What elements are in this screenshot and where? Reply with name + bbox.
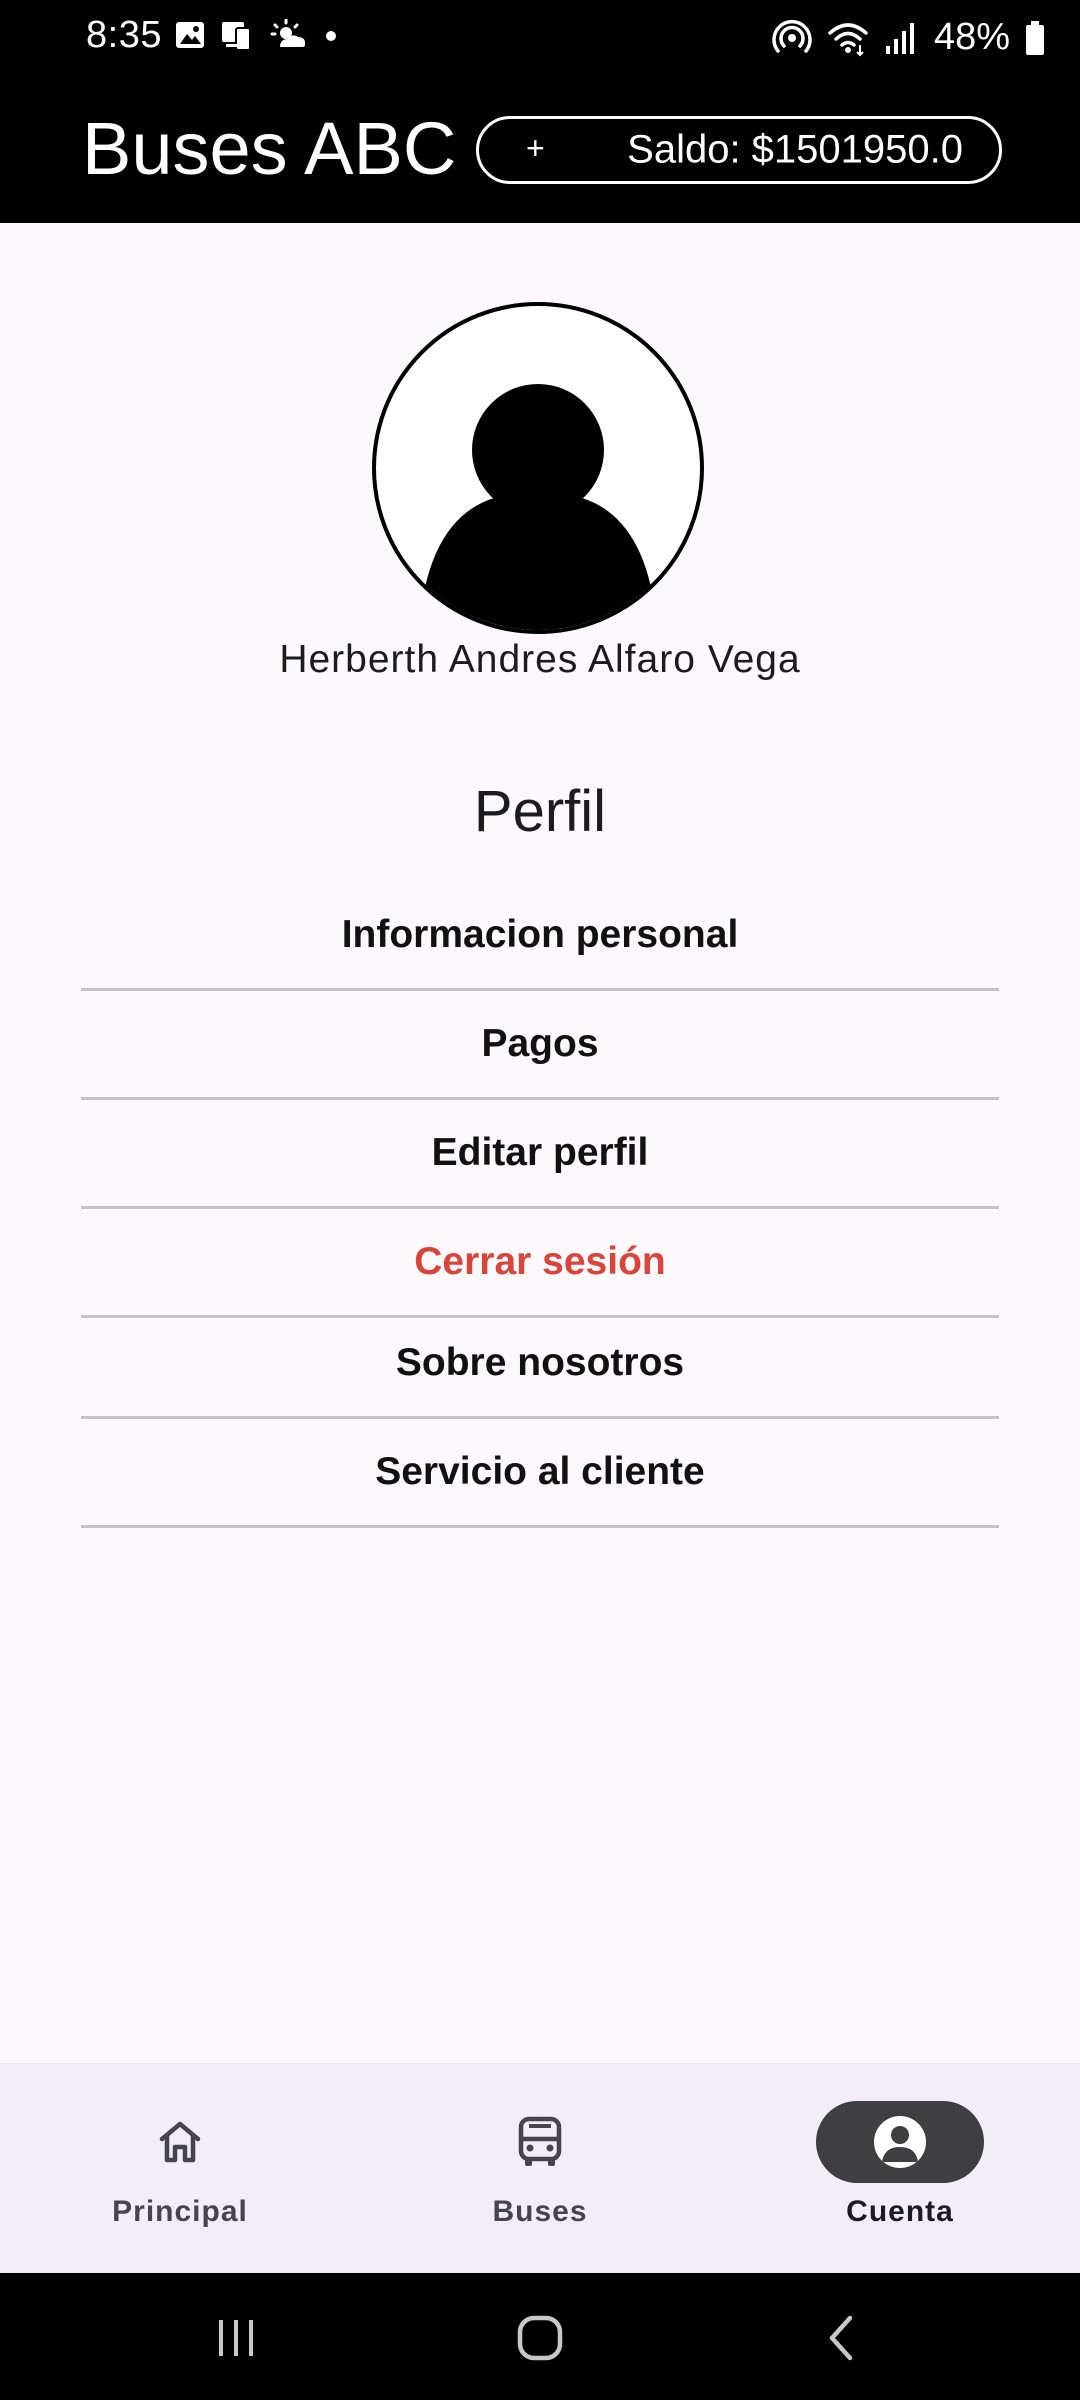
about-us-button[interactable]: Sobre nosotros	[81, 1310, 999, 1419]
recent-apps-button[interactable]	[201, 2303, 271, 2373]
profile-section-title: Perfil	[473, 779, 607, 844]
home-icon	[159, 2121, 201, 2163]
home-system-button[interactable]	[505, 2303, 575, 2373]
balance-button[interactable]: + Saldo: $1501950.0	[476, 116, 1002, 184]
bus-icon	[518, 2116, 562, 2166]
user-name: Herberth Andres Alfaro Vega	[279, 638, 801, 681]
edit-profile-button[interactable]: Editar perfil	[81, 1100, 999, 1209]
gallery-icon	[176, 22, 204, 48]
payments-button[interactable]: Pagos	[81, 991, 999, 1100]
profile-menu: Informacion personal Pagos Editar perfil…	[81, 882, 999, 1318]
balance-label: Saldo: $1501950.0	[627, 127, 963, 172]
hotspot-icon	[772, 19, 812, 53]
status-time: 8:35	[86, 14, 162, 56]
personal-info-button[interactable]: Informacion personal	[81, 882, 999, 991]
status-icons-left	[174, 18, 340, 52]
nav-label-principal: Principal	[112, 2195, 248, 2228]
nav-indicator-active	[816, 2101, 984, 2183]
battery-percentage: 48%	[933, 16, 1010, 58]
avatar	[372, 302, 704, 634]
battery-icon	[1026, 20, 1044, 55]
nav-tab-buses[interactable]: Buses	[360, 2063, 720, 2273]
nav-tab-cuenta[interactable]: Cuenta	[720, 2063, 1080, 2273]
bottom-navigation: Principal Buses Cuenta	[0, 2063, 1080, 2273]
nav-tab-principal[interactable]: Principal	[0, 2063, 360, 2273]
customer-service-button[interactable]: Servicio al cliente	[81, 1419, 999, 1528]
info-menu: Sobre nosotros Servicio al cliente	[81, 1310, 999, 1528]
recent-apps-icon	[219, 2320, 253, 2356]
weather-sunrise-icon	[270, 19, 306, 47]
signal-icon	[885, 22, 914, 54]
status-icons-right: 48%	[772, 16, 1046, 59]
nav-indicator	[96, 2101, 264, 2183]
back-icon	[829, 2315, 853, 2361]
device-transfer-icon	[222, 22, 251, 51]
app-header: 8:35 48% Buses ABC + Saldo: $1501950.0	[0, 0, 1080, 223]
back-button[interactable]	[807, 2303, 877, 2373]
notification-dot-icon	[326, 31, 336, 41]
app-title: Buses ABC	[82, 107, 457, 190]
system-navigation-bar	[0, 2273, 1080, 2400]
wifi-icon	[828, 22, 868, 56]
nav-indicator	[456, 2101, 624, 2183]
logout-button[interactable]: Cerrar sesión	[81, 1209, 999, 1318]
nav-label-buses: Buses	[492, 2195, 588, 2228]
account-circle-icon	[874, 2116, 926, 2168]
add-balance-icon: +	[526, 130, 545, 167]
nav-label-cuenta: Cuenta	[846, 2195, 954, 2228]
home-button-icon	[517, 2315, 563, 2361]
